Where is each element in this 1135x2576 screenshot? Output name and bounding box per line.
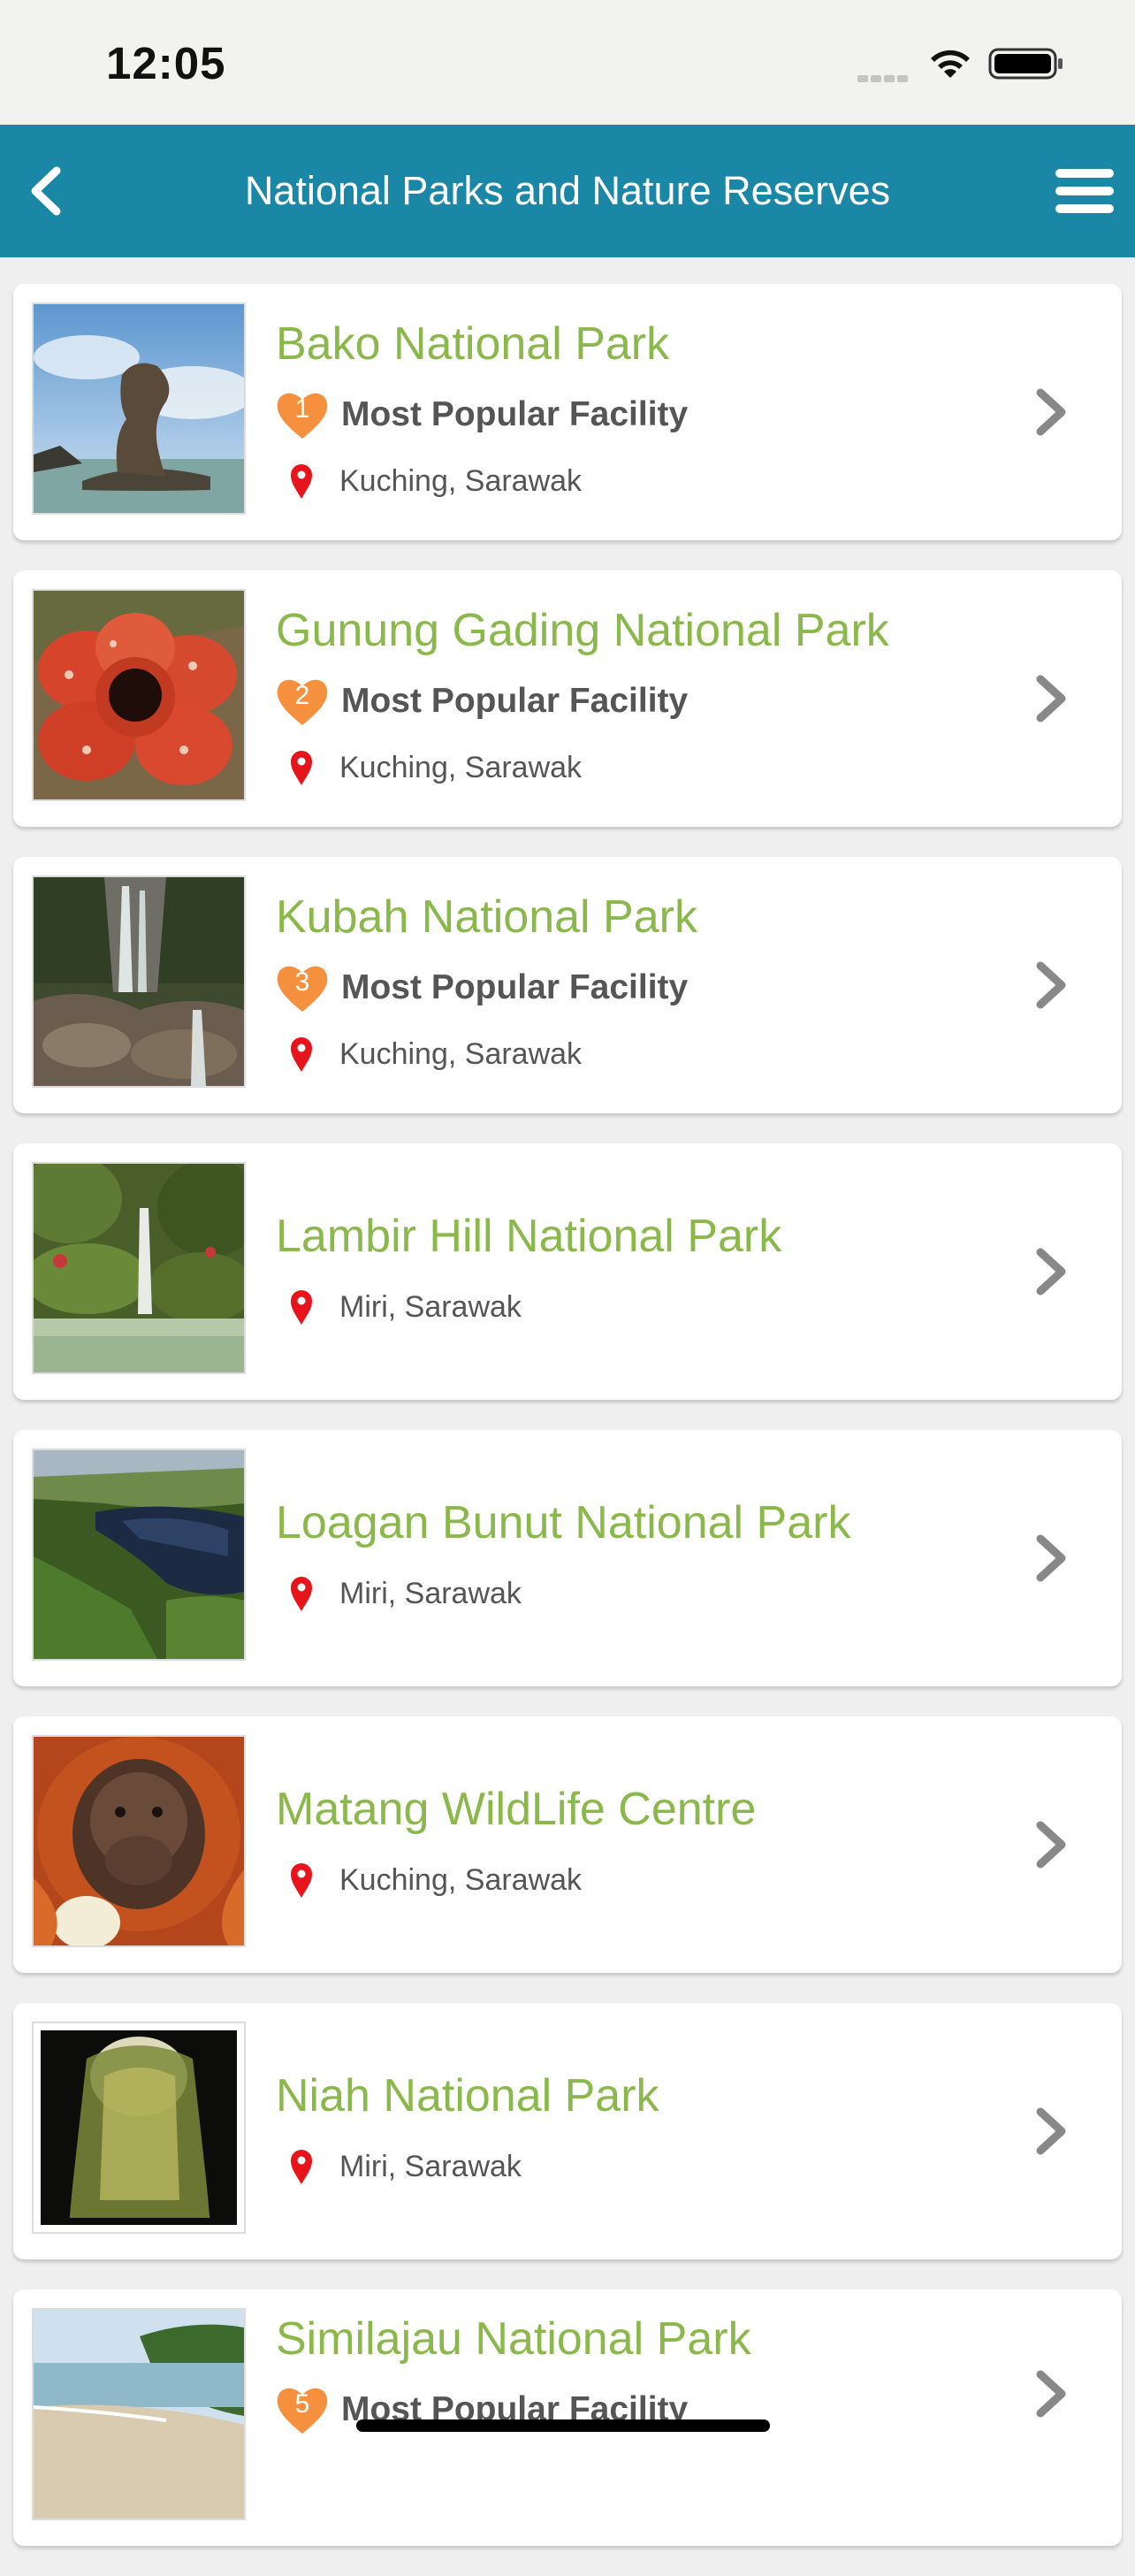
park-info: Niah National Park Miri, Sarawak [276, 2003, 1007, 2259]
chevron-right-icon [1036, 675, 1066, 722]
park-card-kubah[interactable]: Kubah National Park 3 Most Popular Facil… [13, 857, 1122, 1113]
park-thumbnail [32, 1449, 246, 1661]
location-row: Miri, Sarawak [290, 2146, 522, 2187]
wifi-icon [931, 50, 970, 78]
park-name: Loagan Bunut National Park [276, 1497, 851, 1548]
location-pin-icon [291, 1863, 312, 1898]
cellular-signal-icon [857, 71, 914, 82]
chevron-right-icon [1036, 961, 1066, 1009]
park-thumbnail [32, 2308, 246, 2520]
park-info: Kubah National Park 3 Most Popular Facil… [276, 857, 1007, 1113]
park-list: Bako National Park 1 Most Popular Facili… [13, 284, 1122, 2576]
park-info: Matang WildLife Centre Kuching, Sarawak [276, 1716, 1007, 1973]
park-name: Bako National Park [276, 318, 670, 370]
location-text: Kuching, Sarawak [339, 463, 583, 498]
battery-icon [988, 48, 1063, 80]
rank-number: 5 [294, 2389, 310, 2419]
park-info: Gunung Gading National Park 2 Most Popul… [276, 570, 1007, 827]
location-row: Miri, Sarawak [290, 1287, 522, 1327]
location-pin-icon [291, 1577, 312, 1611]
popular-label: Most Popular Facility [341, 395, 689, 433]
popular-row: 1 Most Popular Facility [276, 388, 688, 441]
popular-row: 3 Most Popular Facility [276, 961, 688, 1014]
park-thumbnail [32, 302, 246, 515]
chevron-right-icon [1036, 2107, 1066, 2155]
heart-rank-badge: 3 [276, 962, 329, 1013]
page-title: National Parks and Nature Reserves [244, 168, 891, 213]
location-pin-icon [291, 464, 312, 499]
location-text: Miri, Sarawak [339, 2149, 522, 2183]
heart-rank-badge: 1 [276, 389, 329, 440]
park-info: Bako National Park 1 Most Popular Facili… [276, 284, 1007, 540]
location-pin-icon [291, 2150, 312, 2184]
status-bar: 12:05 [0, 0, 1135, 125]
park-card-matang-wildlife[interactable]: Matang WildLife Centre Kuching, Sarawak [13, 1716, 1122, 1973]
popular-row: 2 Most Popular Facility [276, 675, 688, 728]
location-row: Kuching, Sarawak [290, 461, 582, 501]
location-text: Miri, Sarawak [339, 1289, 522, 1324]
park-thumbnail [32, 589, 246, 801]
chevron-right-icon [1036, 388, 1066, 436]
rank-number: 2 [294, 681, 310, 710]
location-row: Miri, Sarawak [290, 1573, 522, 1614]
hamburger-menu-icon[interactable] [1055, 169, 1117, 215]
park-name: Kubah National Park [276, 891, 697, 943]
chevron-right-icon [1036, 1248, 1066, 1296]
chevron-right-icon [1036, 1821, 1066, 1869]
park-name: Gunung Gading National Park [276, 605, 889, 656]
park-thumbnail [32, 875, 246, 1088]
park-name: Niah National Park [276, 2070, 659, 2121]
chevron-right-icon [1036, 2370, 1066, 2418]
popular-label: Most Popular Facility [341, 682, 689, 720]
location-text: Kuching, Sarawak [339, 750, 583, 784]
park-card-similajau[interactable]: Similajau National Park 5 Most Popular F… [13, 2289, 1122, 2546]
home-indicator [356, 2419, 770, 2432]
chevron-right-icon [1036, 1534, 1066, 1582]
location-pin-icon [291, 751, 312, 785]
location-row: Kuching, Sarawak [290, 747, 582, 788]
park-thumbnail [32, 1162, 246, 1374]
back-chevron-icon[interactable] [19, 164, 74, 218]
location-row: Kuching, Sarawak [290, 1034, 582, 1074]
park-card-gunung-gading[interactable]: Gunung Gading National Park 2 Most Popul… [13, 570, 1122, 827]
park-card-loagan-bunut[interactable]: Loagan Bunut National Park Miri, Sarawak [13, 1430, 1122, 1686]
park-info: Loagan Bunut National Park Miri, Sarawak [276, 1430, 1007, 1686]
park-card-lambir-hill[interactable]: Lambir Hill National Park Miri, Sarawak [13, 1143, 1122, 1400]
park-info: Lambir Hill National Park Miri, Sarawak [276, 1143, 1007, 1400]
heart-rank-badge: 2 [276, 676, 329, 727]
location-text: Miri, Sarawak [339, 1576, 522, 1610]
location-text: Kuching, Sarawak [339, 1862, 583, 1897]
park-card-niah[interactable]: Niah National Park Miri, Sarawak [13, 2003, 1122, 2259]
location-row: Kuching, Sarawak [290, 1860, 582, 1900]
location-pin-icon [291, 1037, 312, 1072]
status-time: 12:05 [106, 38, 226, 88]
park-card-bako[interactable]: Bako National Park 1 Most Popular Facili… [13, 284, 1122, 540]
location-pin-icon [291, 1290, 312, 1325]
location-text: Kuching, Sarawak [339, 1036, 583, 1071]
rank-number: 3 [294, 967, 310, 997]
park-info: Similajau National Park 5 Most Popular F… [276, 2289, 1007, 2546]
popular-label: Most Popular Facility [341, 968, 689, 1006]
park-name: Similajau National Park [276, 2313, 751, 2365]
park-thumbnail [32, 1735, 246, 1947]
rank-number: 1 [294, 394, 310, 424]
park-thumbnail [32, 2022, 246, 2234]
park-name: Lambir Hill National Park [276, 1211, 782, 1262]
nav-bar: National Parks and Nature Reserves [0, 125, 1135, 257]
park-name: Matang WildLife Centre [276, 1784, 757, 1835]
heart-rank-badge: 5 [276, 2384, 329, 2435]
